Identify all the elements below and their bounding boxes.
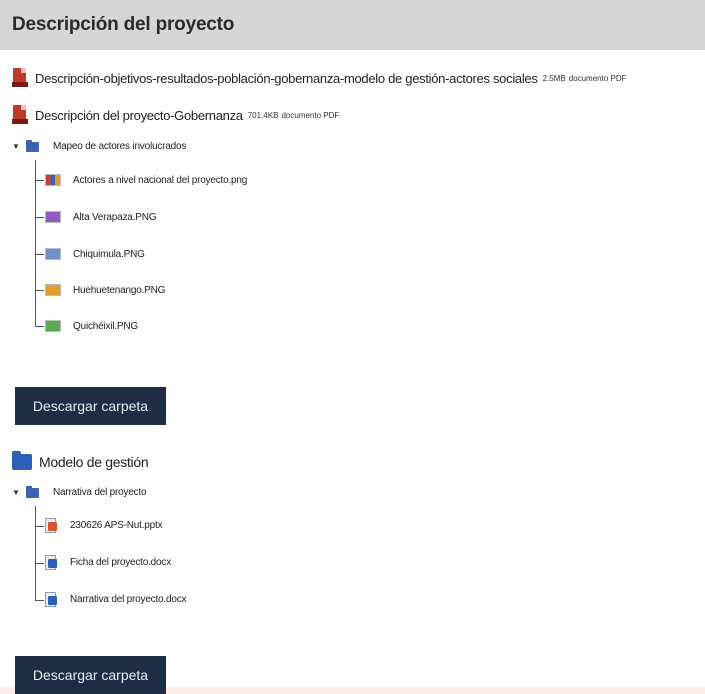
file-size: 701.4KB	[247, 110, 279, 120]
tree-item[interactable]: Ficha del proyecto.docx	[45, 555, 171, 570]
file-type: documento PDF	[281, 110, 340, 120]
pdf-file-icon	[12, 105, 28, 125]
download-folder-button[interactable]: Descargar carpeta	[15, 387, 166, 425]
tree-item[interactable]: Alta Verapaza.PNG	[45, 211, 157, 223]
pptx-file-icon	[45, 518, 58, 533]
file-link[interactable]: 230626 APS-Nut.pptx	[70, 520, 163, 531]
tree-connector	[35, 180, 44, 181]
image-file-icon	[45, 211, 61, 223]
folder-title[interactable]: Modelo de gestión	[39, 454, 149, 470]
tree-connector	[35, 254, 44, 255]
file-link[interactable]: Huehuetenango.PNG	[73, 285, 165, 296]
file-link[interactable]: Descripción del proyecto-Gobernanza	[35, 108, 243, 123]
folder-icon	[26, 139, 39, 152]
tree-connector	[35, 506, 36, 600]
tree-connector	[35, 160, 36, 326]
section-title: Descripción del proyecto	[12, 14, 235, 35]
file-link[interactable]: Chiquimula.PNG	[73, 249, 145, 260]
image-file-icon	[45, 284, 61, 296]
image-file-icon	[45, 320, 61, 332]
download-folder-button[interactable]: Descargar carpeta	[15, 656, 166, 694]
tree-item[interactable]: Huehuetenango.PNG	[45, 284, 165, 296]
image-file-icon	[45, 174, 61, 186]
tree-connector	[35, 326, 44, 327]
file-size: 2.5MB	[542, 73, 566, 83]
tree-connector	[35, 217, 44, 218]
file-link[interactable]: Descripción-objetivos-resultados-poblaci…	[35, 71, 538, 86]
file-link[interactable]: Ficha del proyecto.docx	[70, 557, 171, 568]
docx-file-icon	[45, 592, 58, 607]
folder-tree-node[interactable]: ▼ Narrativa del proyecto	[10, 485, 147, 498]
folder-tree-node[interactable]: ▼ Mapeo de actores involucrados	[10, 139, 187, 152]
image-file-icon	[45, 248, 61, 260]
folder-name: Mapeo de actores involucrados	[53, 141, 187, 152]
file-type: documento PDF	[568, 73, 627, 83]
file-link[interactable]: Quichéixil.PNG	[73, 321, 138, 332]
file-row-pdf-1[interactable]: Descripción-objetivos-resultados-poblaci…	[12, 68, 627, 88]
docx-file-icon	[45, 555, 58, 570]
file-link[interactable]: Alta Verapaza.PNG	[73, 212, 157, 223]
tree-item[interactable]: Quichéixil.PNG	[45, 320, 138, 332]
tree-connector	[35, 290, 44, 291]
file-link[interactable]: Actores a nivel nacional del proyecto.pn…	[73, 175, 247, 186]
file-row-pdf-2[interactable]: Descripción del proyecto-Gobernanza 701.…	[12, 105, 339, 125]
tree-item[interactable]: Narrativa del proyecto.docx	[45, 592, 187, 607]
folder-icon	[26, 485, 39, 498]
tree-connector	[35, 600, 44, 601]
tree-item[interactable]: Chiquimula.PNG	[45, 248, 145, 260]
folder-name: Narrativa del proyecto	[53, 487, 147, 498]
section-header: Descripción del proyecto	[0, 0, 705, 50]
expand-toggle-icon[interactable]: ▼	[10, 488, 22, 497]
tree-connector	[35, 563, 44, 564]
project-description-panel: Descripción del proyecto Descripción-obj…	[0, 0, 705, 694]
folder-heading[interactable]: Modelo de gestión	[12, 451, 149, 470]
pdf-file-icon	[12, 68, 28, 88]
tree-item[interactable]: Actores a nivel nacional del proyecto.pn…	[45, 174, 247, 186]
tree-connector	[35, 526, 44, 527]
folder-icon	[12, 451, 32, 470]
file-link[interactable]: Narrativa del proyecto.docx	[70, 594, 187, 605]
tree-item[interactable]: 230626 APS-Nut.pptx	[45, 518, 163, 533]
expand-toggle-icon[interactable]: ▼	[10, 142, 22, 151]
